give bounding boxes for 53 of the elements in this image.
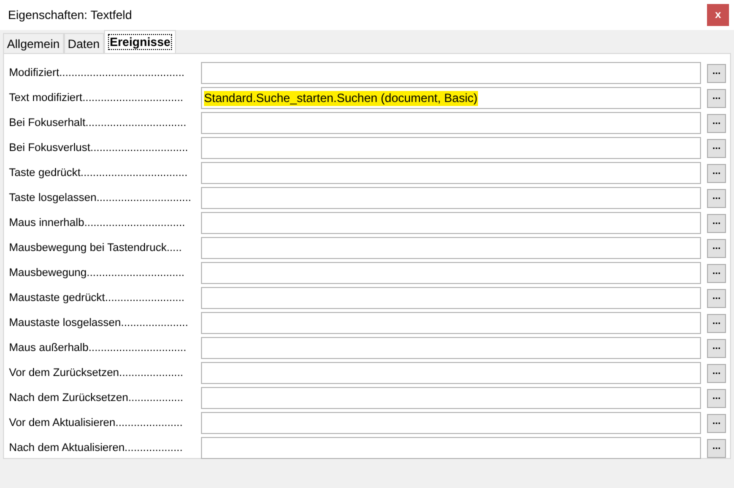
tab[interactable]: Daten [64, 33, 104, 53]
assign-button[interactable]: ... [707, 238, 726, 258]
macro-field[interactable]: Standard.Suche_starten.Suchen (document, Basic) [201, 87, 701, 109]
macro-field[interactable] [201, 62, 701, 84]
assign-button[interactable]: ... [707, 364, 726, 382]
macro-field[interactable] [201, 387, 701, 409]
assign-button[interactable]: ... [707, 314, 726, 332]
assign-button[interactable]: ... [707, 438, 726, 458]
event-label: Vor dem Zurücksetzen..................... [9, 366, 184, 381]
event-label: Taste losgelassen............................... [9, 190, 192, 206]
macro-field[interactable] [201, 187, 701, 209]
event-label: Mausbewegung................................ [9, 266, 186, 281]
event-label: Nach dem Zurücksetzen.................. [9, 390, 184, 406]
macro-field[interactable] [201, 112, 701, 134]
window-title: Eigenschaften: Textfeld [8, 7, 132, 24]
assign-button[interactable]: ... [707, 164, 726, 182]
event-label: Maustaste losgelassen...................... [9, 316, 190, 331]
assign-button[interactable]: ... [707, 188, 726, 208]
event-label: Text modifiziert................................. [9, 90, 184, 106]
event-label: Modifiziert......................................... [9, 66, 186, 81]
event-label: Nach dem Aktualisieren................... [9, 440, 184, 456]
macro-field[interactable] [201, 262, 701, 284]
assign-button[interactable]: ... [707, 264, 726, 282]
macro-field[interactable] [201, 212, 701, 234]
assign-button[interactable]: ... [707, 214, 726, 232]
assign-button[interactable]: ... [707, 338, 726, 358]
event-label: Maus außerhalb................................ [9, 340, 188, 356]
macro-field[interactable] [201, 337, 701, 359]
macro-field[interactable] [201, 412, 701, 434]
assign-button[interactable]: ... [707, 288, 726, 308]
event-label: Taste gedrückt................................... [9, 166, 189, 181]
macro-field[interactable] [201, 437, 701, 459]
assign-button[interactable]: ... [707, 114, 726, 132]
event-label: Maustaste gedrückt.......................... [9, 290, 186, 306]
macro-field[interactable] [201, 137, 701, 159]
event-label: Mausbewegung bei Tastendruck..... [9, 240, 183, 256]
assign-button[interactable]: ... [707, 88, 726, 108]
event-label: Vor dem Aktualisieren...................... [9, 416, 184, 431]
close-button[interactable]: x [707, 4, 729, 26]
macro-field[interactable] [201, 237, 701, 259]
macro-field[interactable] [201, 362, 701, 384]
assign-button[interactable]: ... [707, 388, 726, 408]
assign-button[interactable]: ... [707, 64, 726, 82]
assign-button[interactable]: ... [707, 414, 726, 432]
event-label: Maus innerhalb................................. [9, 216, 186, 231]
macro-field[interactable] [201, 312, 701, 334]
assign-button[interactable]: ... [707, 138, 726, 158]
event-label: Bei Fokusverlust................................ [9, 140, 190, 156]
macro-field[interactable] [201, 162, 701, 184]
event-label: Bei Fokuserhalt................................. [9, 116, 188, 131]
macro-field[interactable] [201, 287, 701, 309]
tab[interactable]: Allgemein [3, 33, 64, 53]
tab[interactable]: Ereignisse [104, 30, 176, 53]
